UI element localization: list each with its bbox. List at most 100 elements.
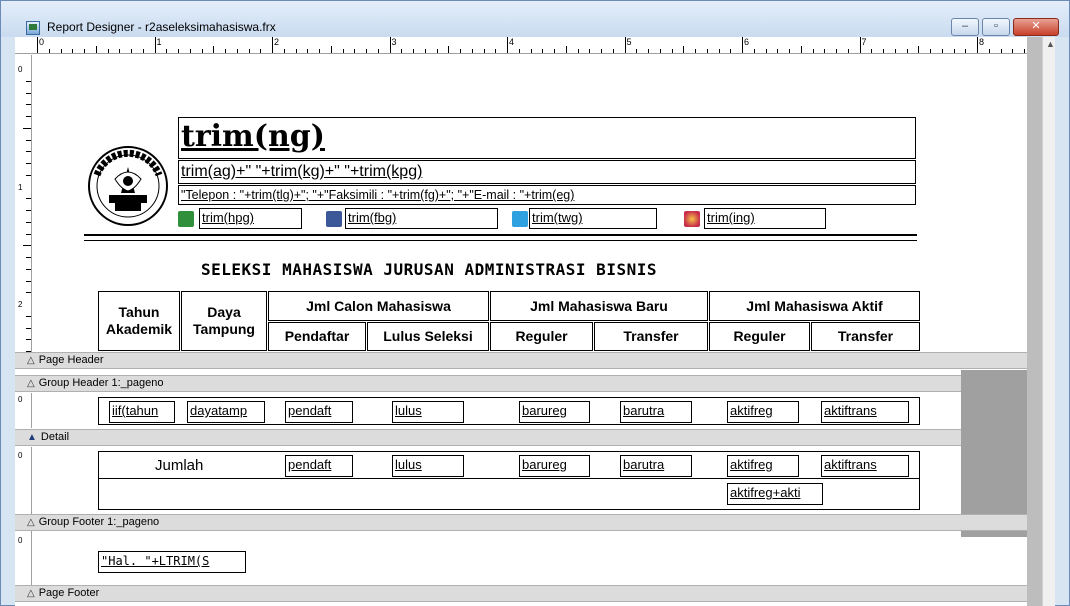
col-jml-aktif[interactable]: Jml Mahasiswa Aktif [709,291,920,321]
col-pendaftar[interactable]: Pendaftar [268,322,366,351]
col-tahun-label: Tahun [118,304,160,320]
band-detail[interactable]: ▲ Detail [15,429,961,446]
ruler-tick [624,37,626,53]
ruler-tick [166,49,168,53]
maximize-button[interactable]: ▫ [982,18,1010,36]
ruler-tick [413,49,414,53]
ruler-tick [26,92,31,94]
ruler-tick [800,46,802,53]
footer-field-barureg[interactable]: barureg [519,455,590,477]
ruler-tick [26,327,31,329]
address-text: trim(ag)+" "+trim(kg)+" "+trim(kpg) [181,163,423,180]
col-transfer-baru[interactable]: Transfer [594,322,708,351]
institution-name-field[interactable]: trim(ng) [178,117,916,159]
col-reguler-baru[interactable]: Reguler [490,322,593,351]
ruler-tick [389,37,391,53]
ruler-tick [377,49,379,53]
close-button[interactable]: ✕ [1013,18,1059,36]
ruler-tick [765,49,767,53]
ruler-number: 1 [18,182,23,192]
col-jml-baru[interactable]: Jml Mahasiswa Baru [490,291,708,321]
footer-field-barutra[interactable]: barutra [620,455,692,477]
report-title[interactable]: SELEKSI MAHASISWA JURUSAN ADMINISTRASI B… [201,260,657,279]
ruler-tick [671,49,673,53]
ruler-tick [354,49,356,53]
detail-field-dayatampung[interactable]: dayatamp [187,401,265,423]
detail-field-lulus[interactable]: lulus [392,401,464,423]
ruler-tick [542,49,544,53]
ruler-tick [330,46,332,53]
ruler-tick [189,49,191,53]
col-tahun-akademik[interactable]: Tahun Akademik [98,291,180,351]
ruler-tick [988,49,990,53]
ruler-tick [965,49,967,53]
minimize-button[interactable]: – [951,18,979,36]
ruler-tick [48,49,50,53]
page-number-field[interactable]: "Hal. "+LTRIM(S [98,551,246,573]
band-label: Page Footer [38,587,100,599]
footer-field-total-aktif[interactable]: aktifreg+akti [727,483,823,505]
col-akademik-label: Akademik [105,321,173,337]
band-group-footer[interactable]: △ Group Footer 1:_pageno [15,514,1027,531]
ruler-tick [789,49,790,53]
scroll-up-icon[interactable]: ▲ [1046,39,1055,49]
ruler-tick [178,49,179,53]
designer-canvas[interactable]: 0 1 2 3 4 5 6 7 8 0 1 2 trim(ng) trim(ag)+" "+trim… [15,37,1055,606]
ruler-tick [107,49,109,53]
social-field-hpg[interactable]: trim(hpg) [199,208,302,229]
ruler-tick [836,49,837,53]
ruler-tick [26,80,31,82]
col-daya-tampung[interactable]: Daya Tampung [181,291,267,351]
ruler-tick [894,49,896,53]
ruler-tick [460,49,461,53]
window-title: Report Designer - r2aseleksimahasiswa.fr… [47,20,276,34]
title-bar[interactable]: Report Designer - r2aseleksimahasiswa.fr… [1,1,1069,37]
social-field-twg[interactable]: trim(twg) [529,208,657,229]
vertical-scrollbar[interactable]: ▲ [1042,37,1055,606]
ruler-tick [648,49,649,53]
twitter-icon [512,211,528,227]
col-reguler-aktif[interactable]: Reguler [709,322,810,351]
detail-field-barutra[interactable]: barutra [620,401,692,423]
ruler-tick [154,37,156,53]
ruler-number: 0 [39,37,45,47]
footer-field-aktiftrans[interactable]: aktiftrans [821,455,909,477]
col-lulus-seleksi[interactable]: Lulus Seleksi [367,322,489,351]
detail-field-aktiftrans[interactable]: aktiftrans [821,401,909,423]
ruler-tick [659,49,661,53]
ruler-tick [23,245,31,247]
footer-field-aktifreg[interactable]: aktifreg [727,455,799,477]
ruler-tick [941,49,943,53]
app-icon [26,21,40,35]
footer-label-jumlah[interactable]: Jumlah [155,457,203,474]
ruler-tick [436,49,438,53]
ruler-tick [272,37,273,53]
band-group-header[interactable]: △ Group Header 1:_pageno [15,375,961,392]
detail-field-aktifreg[interactable]: aktifreg [727,401,799,423]
social-field-ing[interactable]: trim(ing) [704,208,826,229]
detail-field-pendaftar[interactable]: pendaft [285,401,353,423]
ruler-tick [236,49,238,53]
band-label: Detail [40,431,70,443]
col-daya-label: Daya [207,304,241,320]
detail-field-barureg[interactable]: barureg [519,401,590,423]
ruler-tick [448,46,450,53]
facebook-icon [326,211,342,227]
col-transfer-aktif[interactable]: Transfer [811,322,920,351]
ruler-tick [37,37,38,53]
footer-field-pendaftar[interactable]: pendaft [285,455,353,477]
band-page-footer[interactable]: △ Page Footer [15,585,1027,602]
detail-field-tahun[interactable]: iif(tahun [109,401,175,423]
address-field[interactable]: trim(ag)+" "+trim(kg)+" "+trim(kpg) [178,160,916,184]
ruler-tick [847,49,849,53]
ruler-tick [695,49,696,53]
ruler-number: 5 [626,37,632,47]
footer-field-lulus[interactable]: lulus [392,455,464,477]
band-page-header[interactable]: △ Page Header [15,352,1042,369]
vertical-ruler-page-header: 0 1 2 [15,55,32,354]
social-field-fbg[interactable]: trim(fbg) [345,208,498,229]
ruler-tick [60,49,62,53]
ruler-tick [26,151,31,153]
contact-field[interactable]: "Telepon : "+trim(tlg)+"; "+"Faksimili :… [178,185,916,205]
col-jml-calon[interactable]: Jml Calon Mahasiswa [268,291,489,321]
